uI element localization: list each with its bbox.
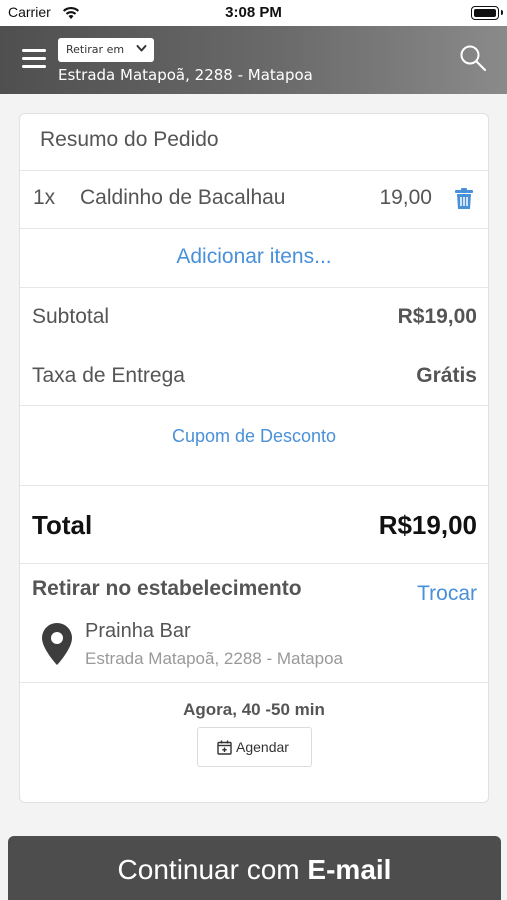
search-icon[interactable]: [459, 44, 487, 72]
calendar-add-icon: [217, 740, 232, 755]
subtotal-label: Subtotal: [32, 305, 110, 328]
summary-title: Resumo do Pedido: [40, 128, 219, 151]
item-price: 19,00: [379, 186, 432, 209]
total-label: Total: [32, 510, 93, 540]
store-address: Estrada Matapoã, 2288 - Matapoa: [85, 649, 343, 668]
status-bar: Carrier 3:08 PM: [0, 0, 507, 26]
menu-icon[interactable]: [22, 49, 46, 69]
add-items-link[interactable]: Adicionar itens...: [20, 245, 488, 269]
order-summary-card: Resumo do Pedido 1x Caldinho de Bacalhau…: [19, 113, 489, 803]
delivery-fee-label: Taxa de Entrega: [32, 364, 185, 387]
pickup-title: Retirar no estabelecimento: [32, 577, 302, 600]
coupon-link[interactable]: Cupom de Desconto: [20, 426, 488, 447]
continue-with-email-button[interactable]: Continuar com E-mail: [8, 836, 501, 900]
clock-label: 3:08 PM: [225, 4, 282, 21]
schedule-button[interactable]: Agendar: [197, 727, 312, 767]
store-name: Prainha Bar: [85, 620, 191, 642]
chevron-down-icon: [136, 45, 147, 52]
delivery-fee-value: Grátis: [416, 364, 477, 387]
item-quantity: 1x: [33, 186, 56, 209]
subtotal-value: R$19,00: [397, 305, 477, 328]
location-pin-icon: [42, 623, 72, 665]
summary-header: Resumo do Pedido: [20, 114, 488, 171]
continue-prefix: Continuar com: [117, 854, 308, 885]
total-value: R$19,00: [378, 510, 477, 540]
battery-icon: [471, 6, 503, 20]
pickup-eta: Agora, 40 -50 min: [183, 700, 325, 719]
change-pickup-link[interactable]: Trocar: [417, 582, 477, 606]
delivery-address[interactable]: Estrada Matapoã, 2288 - Matapoa: [58, 66, 313, 84]
pickup-mode-label: Retirar em: [66, 43, 125, 56]
app-header: Retirar em Estrada Matapoã, 2288 - Matap…: [0, 26, 507, 94]
continue-email-label: E-mail: [307, 854, 392, 885]
item-name: Caldinho de Bacalhau: [80, 186, 286, 209]
schedule-label: Agendar: [236, 739, 289, 755]
trash-icon[interactable]: [455, 188, 473, 210]
pickup-mode-select[interactable]: Retirar em: [58, 38, 154, 62]
